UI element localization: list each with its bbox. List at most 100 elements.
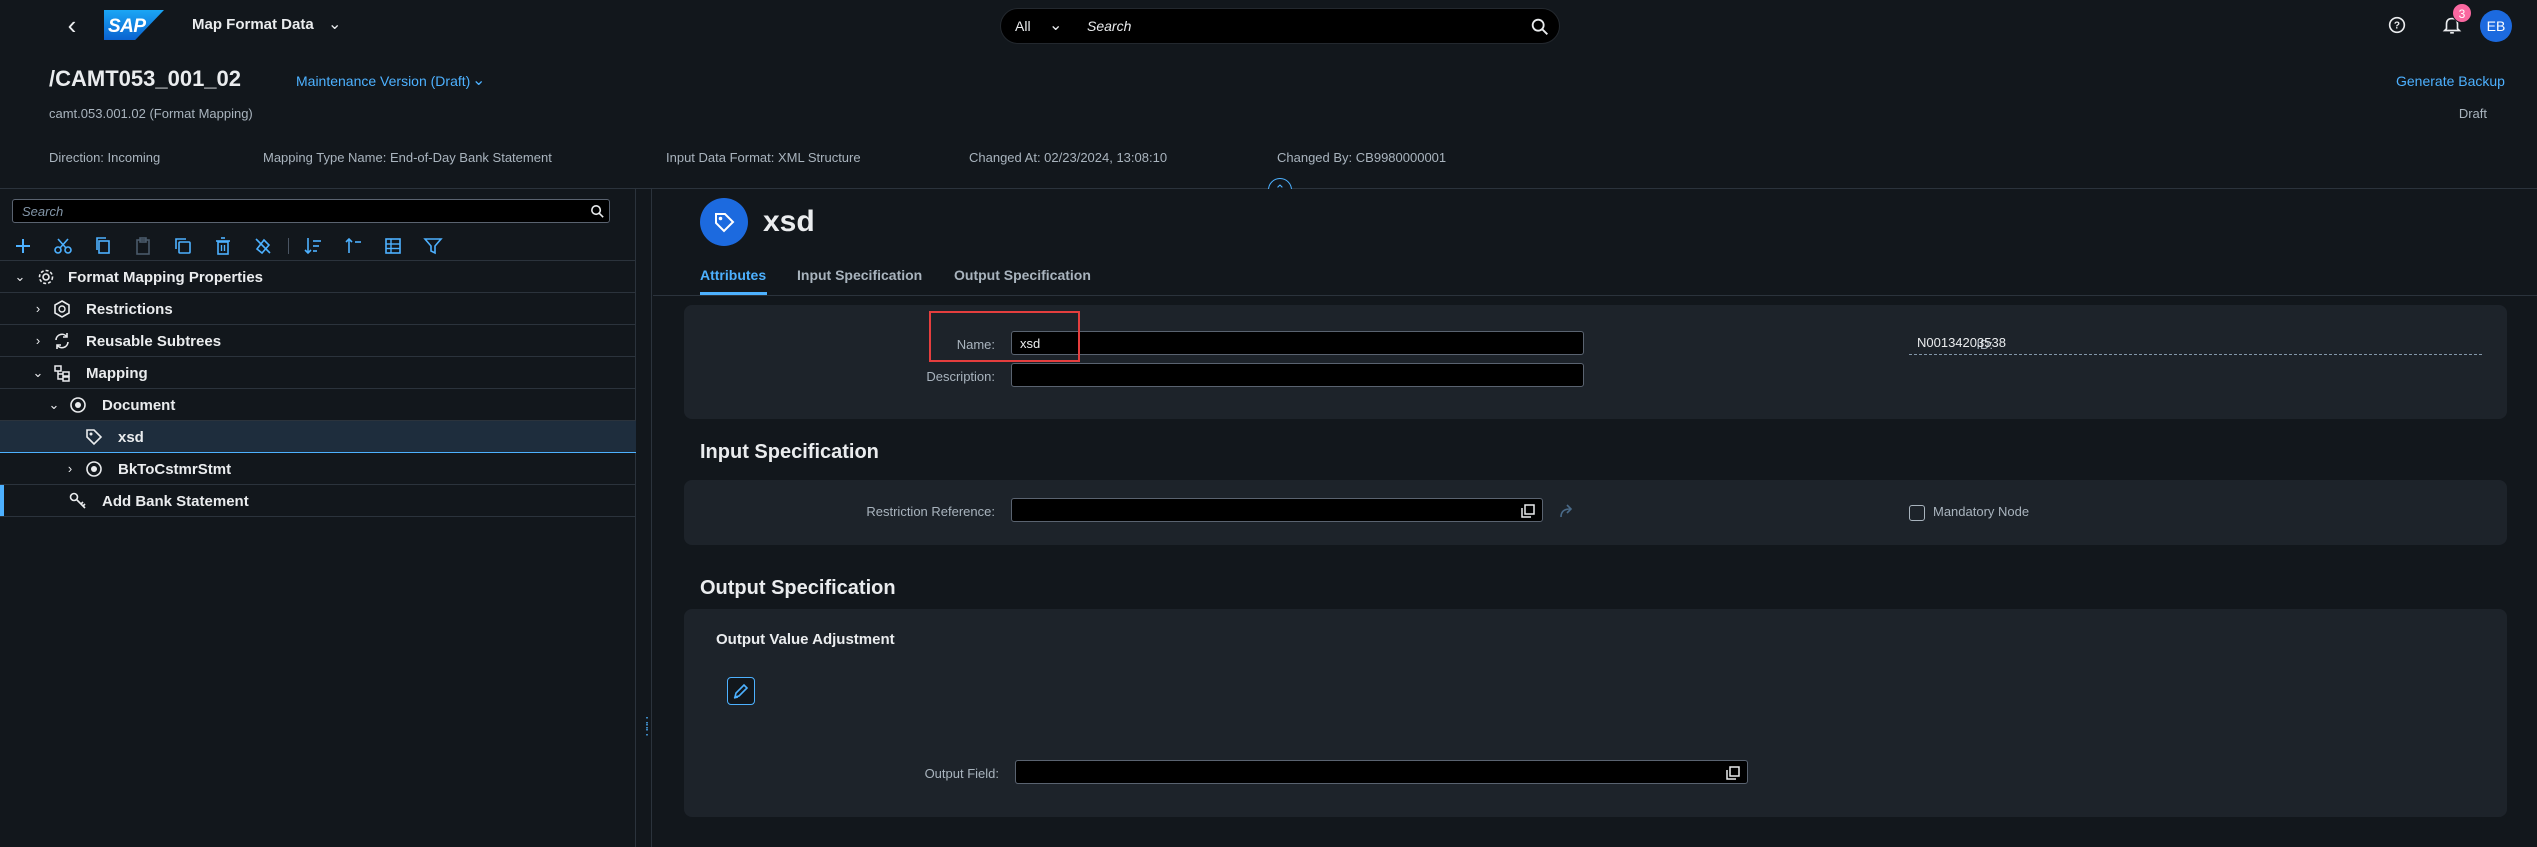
id-value: N00134203538 bbox=[1909, 331, 2482, 355]
tree-item-label: xsd bbox=[118, 429, 144, 446]
description-label: Description: bbox=[926, 369, 995, 384]
duplicate-icon[interactable] bbox=[172, 235, 194, 257]
tree-item-mapping[interactable]: ⌄ Mapping bbox=[0, 357, 636, 389]
search-icon[interactable] bbox=[1529, 16, 1551, 38]
mandatory-node-label: Mandatory Node bbox=[1933, 504, 2030, 519]
search-input[interactable]: Search bbox=[1087, 18, 1131, 34]
chevron-down-icon[interactable]: ⌄ bbox=[46, 397, 62, 413]
tree-search-input[interactable]: Search bbox=[12, 199, 610, 223]
paste-icon bbox=[136, 237, 150, 255]
chevron-right-icon[interactable]: › bbox=[62, 461, 78, 477]
tree-item-label: Add Bank Statement bbox=[102, 493, 249, 510]
tab-output-specification[interactable]: Output Specification bbox=[954, 267, 1091, 283]
copy-icon[interactable] bbox=[92, 235, 114, 257]
tree-item-label: BkToCstmrStmt bbox=[118, 461, 232, 478]
section-title: Input Specification bbox=[700, 441, 879, 463]
status-text: Draft bbox=[2458, 106, 2487, 121]
edit-button[interactable] bbox=[727, 677, 755, 705]
tree-item-format-mapping-properties[interactable]: ⌄ Format Mapping Properties bbox=[0, 261, 636, 293]
tree-item-label: Format Mapping Properties bbox=[68, 269, 264, 286]
shell-bar: ‹ SAP Map Format Data ⌄ All ⌄ Search ? 3… bbox=[0, 0, 2537, 52]
table-icon[interactable] bbox=[382, 235, 404, 257]
app-title[interactable]: Map Format Data bbox=[192, 16, 314, 33]
delete-icon[interactable] bbox=[212, 235, 234, 257]
output-field[interactable] bbox=[1015, 760, 1748, 784]
node-icon bbox=[700, 198, 748, 246]
mandatory-node-checkbox[interactable] bbox=[1909, 505, 1925, 521]
detail-title: xsd bbox=[763, 205, 815, 238]
tree-item-xsd[interactable]: xsd bbox=[0, 421, 636, 453]
toolbar-separator bbox=[288, 238, 289, 254]
sort-icon[interactable] bbox=[302, 235, 324, 257]
header-attribute: Input Data Format: XML Structure bbox=[666, 150, 861, 165]
output-value-adjustment-title: Output Value Adjustment bbox=[716, 631, 895, 648]
tab-input-specification[interactable]: Input Specification bbox=[797, 267, 922, 283]
description-field[interactable] bbox=[1011, 363, 1584, 387]
tree-item-document[interactable]: ⌄ Document bbox=[0, 389, 636, 421]
variant-selector[interactable]: Maintenance Version (Draft) bbox=[296, 73, 470, 89]
tree-item-label: Mapping bbox=[86, 365, 148, 382]
cut-icon[interactable] bbox=[52, 235, 74, 257]
search-icon[interactable] bbox=[589, 203, 606, 220]
value-help-icon[interactable] bbox=[1519, 502, 1537, 520]
target-icon bbox=[70, 397, 86, 413]
output-field-label: Output Field: bbox=[924, 766, 999, 781]
tree-item-label: Document bbox=[102, 397, 176, 414]
tree-toolbar bbox=[0, 231, 636, 261]
splitter[interactable]: ⋮ ⋮ bbox=[636, 189, 654, 847]
tree-item-bktocstmrstmt[interactable]: › BkToCstmrStmt bbox=[0, 453, 636, 485]
header-attribute: Changed By: CB9980000001 bbox=[1277, 150, 1447, 165]
tree-item-label: Reusable Subtrees bbox=[86, 333, 222, 350]
divider bbox=[653, 295, 2537, 296]
pencil-icon bbox=[733, 683, 749, 699]
back-icon[interactable]: ‹ bbox=[58, 12, 86, 40]
avatar[interactable]: EB bbox=[2480, 10, 2512, 42]
collapse-icon[interactable] bbox=[342, 235, 364, 257]
sap-logo[interactable]: SAP bbox=[104, 10, 164, 40]
page-title: /CAMT053_001_02 bbox=[49, 66, 242, 91]
key-icon bbox=[69, 492, 86, 509]
tree-search-placeholder: Search bbox=[22, 204, 64, 219]
page-subtitle: camt.053.001.02 (Format Mapping) bbox=[49, 106, 253, 121]
splitter-grip-icon[interactable]: ⋮ ⋮ bbox=[640, 715, 654, 741]
filter-icon[interactable] bbox=[422, 235, 444, 257]
svg-text:?: ? bbox=[2394, 21, 2400, 32]
chevron-down-icon[interactable]: ⌄ bbox=[1049, 15, 1062, 35]
header-attribute: Direction: Incoming bbox=[49, 150, 161, 165]
target-icon bbox=[86, 461, 102, 477]
help-icon[interactable]: ? bbox=[2386, 14, 2408, 36]
refresh-icon bbox=[55, 333, 69, 349]
chevron-down-icon[interactable]: ⌄ bbox=[12, 269, 28, 285]
gear-icon bbox=[38, 269, 54, 285]
mapping-icon bbox=[54, 365, 70, 382]
tag-icon bbox=[86, 429, 103, 446]
tab-attributes[interactable]: Attributes bbox=[700, 267, 766, 283]
output-specification-card bbox=[684, 609, 2507, 817]
chevron-right-icon[interactable]: › bbox=[30, 333, 46, 349]
chevron-down-icon[interactable]: ⌄ bbox=[472, 70, 485, 90]
restriction-icon bbox=[54, 300, 70, 318]
section-title: Output Specification bbox=[700, 577, 896, 599]
header-attribute: Mapping Type Name: End-of-Day Bank State… bbox=[263, 150, 552, 165]
clear-icon[interactable] bbox=[252, 235, 274, 257]
restriction-reference-label: Restriction Reference: bbox=[866, 504, 995, 519]
tree-item-label: Restrictions bbox=[86, 301, 173, 318]
global-search[interactable]: All ⌄ Search bbox=[1000, 8, 1560, 44]
chevron-down-icon[interactable]: ⌄ bbox=[328, 14, 341, 34]
tree-panel: Search ⌄ Format Mapping Properties › Res… bbox=[0, 189, 636, 847]
search-scope[interactable]: All bbox=[1015, 18, 1031, 34]
tag-icon bbox=[715, 213, 735, 233]
generate-backup-button[interactable]: Generate Backup bbox=[2396, 73, 2505, 89]
notification-badge: 3 bbox=[2452, 3, 2472, 23]
tree-item-add-bank-statement[interactable]: Add Bank Statement bbox=[0, 485, 636, 517]
value-help-icon[interactable] bbox=[1724, 764, 1742, 782]
navigate-icon[interactable] bbox=[1558, 502, 1576, 520]
restriction-reference-field[interactable] bbox=[1011, 498, 1543, 522]
chevron-down-icon[interactable]: ⌄ bbox=[30, 365, 46, 381]
tree-item-restrictions[interactable]: › Restrictions bbox=[0, 293, 636, 325]
chevron-right-icon[interactable]: › bbox=[30, 301, 46, 317]
add-icon[interactable] bbox=[12, 235, 34, 257]
detail-panel: xsd Attributes Input Specification Outpu… bbox=[653, 189, 2537, 847]
tree-item-reusable-subtrees[interactable]: › Reusable Subtrees bbox=[0, 325, 636, 357]
name-field[interactable]: xsd bbox=[1011, 331, 1584, 355]
